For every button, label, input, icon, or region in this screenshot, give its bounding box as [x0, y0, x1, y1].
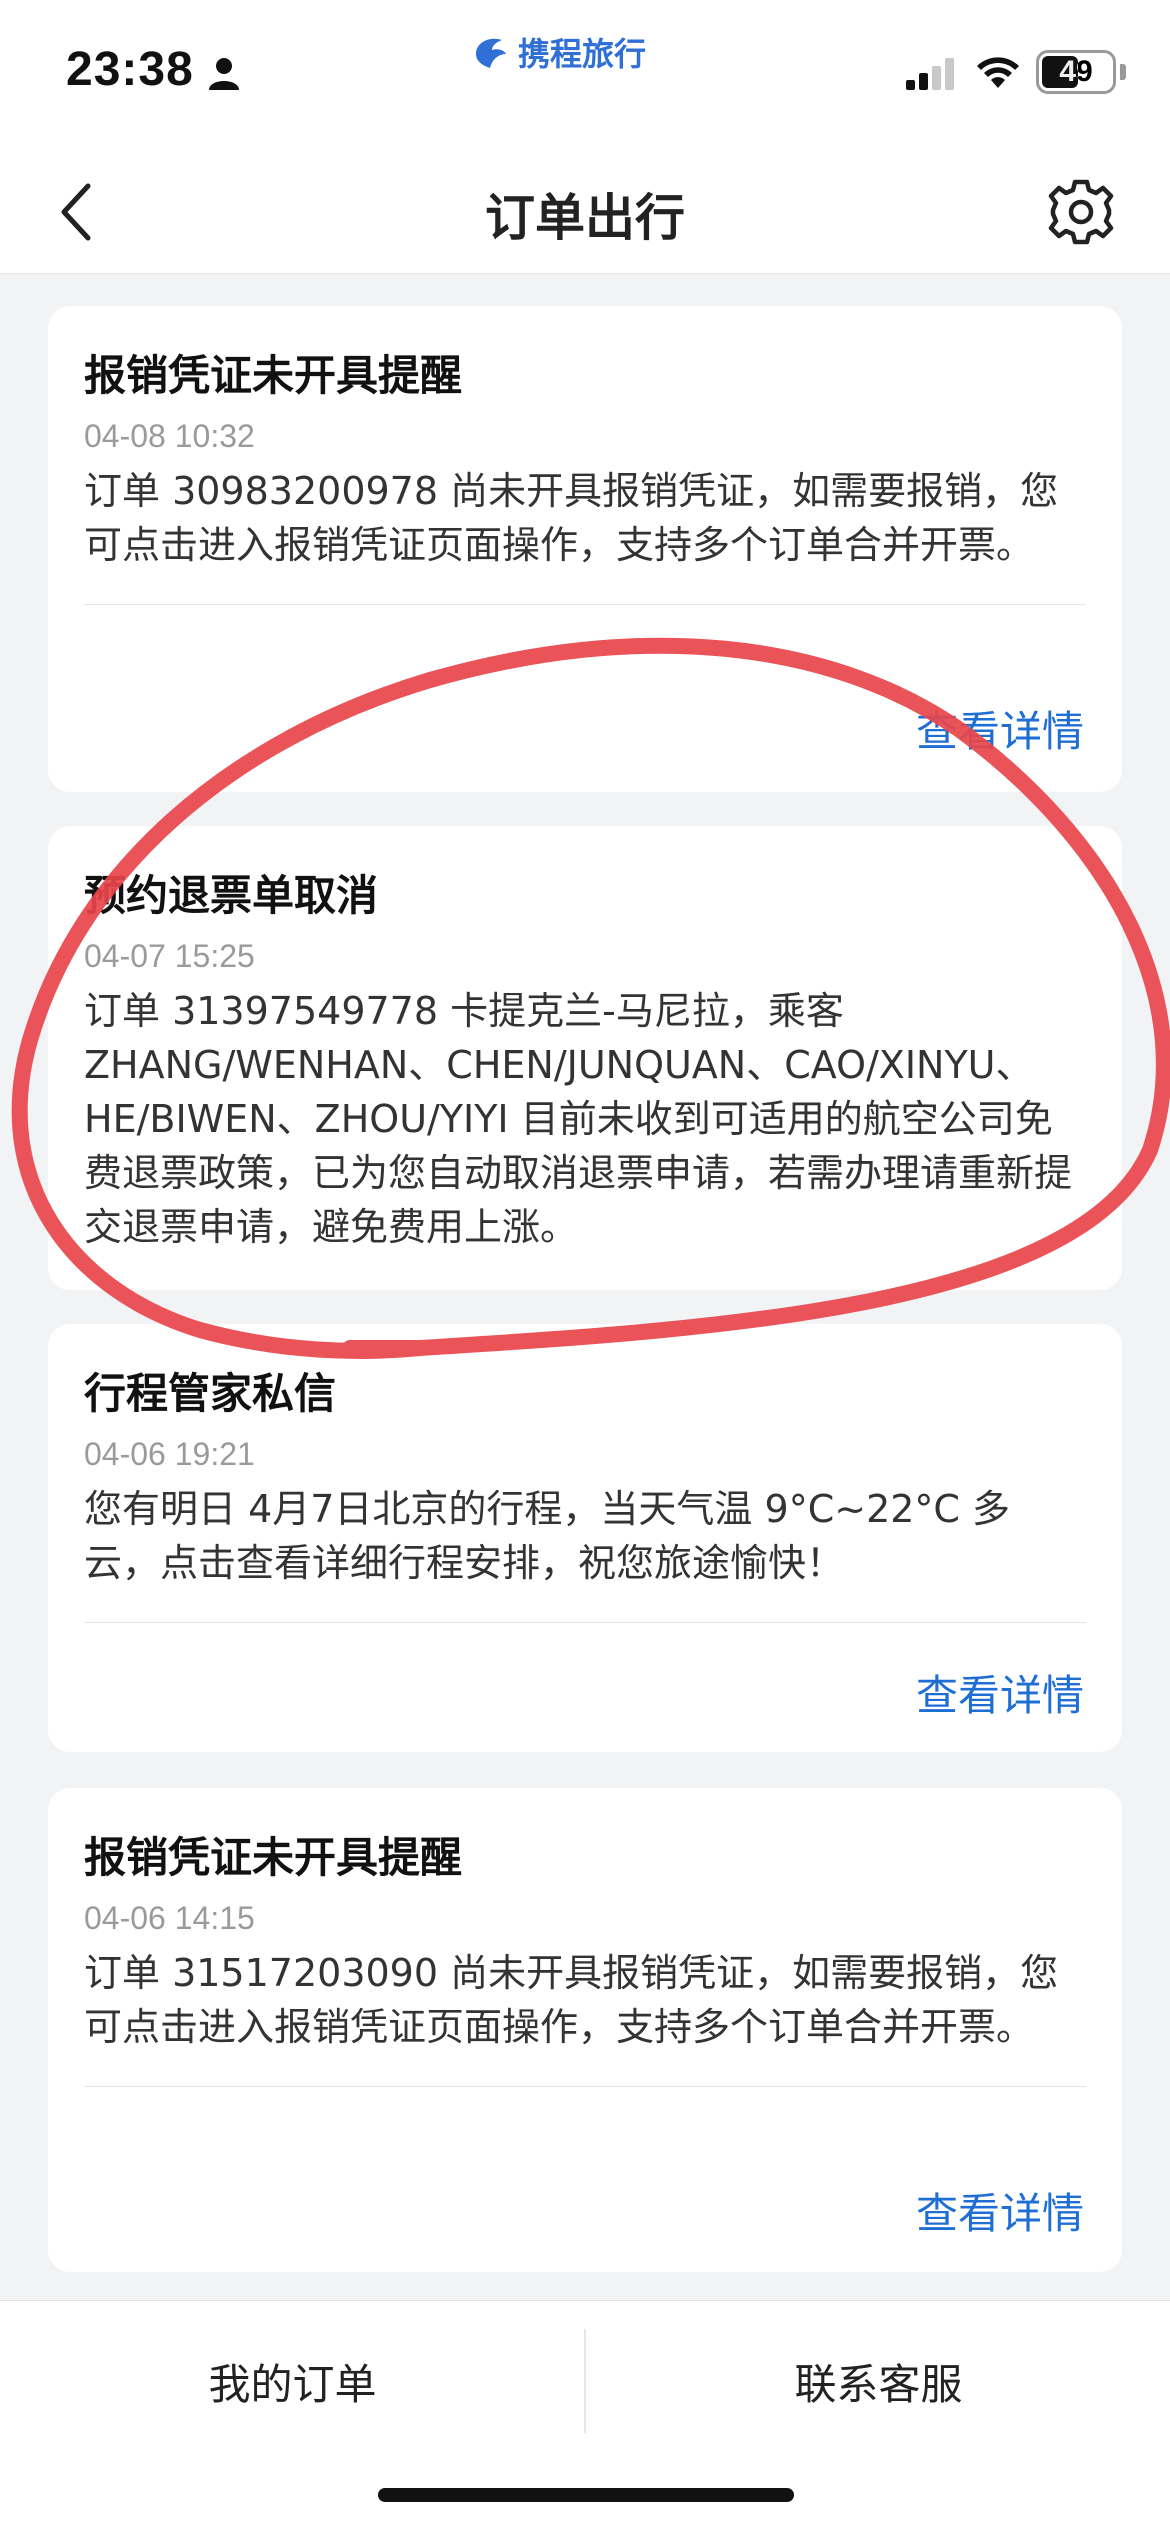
divider	[84, 1622, 1086, 1623]
message-time: 04-08 10:32	[84, 418, 255, 454]
customer-service-button[interactable]: 联系客服	[586, 2331, 1170, 2431]
view-details-link[interactable]: 查看详情	[916, 1662, 1084, 1723]
my-orders-button[interactable]: 我的订单	[0, 2331, 585, 2431]
person-icon	[209, 58, 239, 90]
message-card[interactable]: 行程管家私信 04-06 19:21 您有明日 4月7日北京的行程，当天气温 9…	[48, 1324, 1122, 1752]
message-body: 订单 30983200978 尚未开具报销凭证，如需要报销，您可点击进入报销凭证…	[84, 469, 1059, 567]
signal-icon	[906, 58, 954, 90]
message-title: 预约退票单取消	[84, 871, 379, 920]
message-card[interactable]: 报销凭证未开具提醒 04-08 10:32 订单 30983200978 尚未开…	[48, 306, 1122, 792]
message-time: 04-07 15:25	[84, 938, 255, 974]
message-body: 您有明日 4月7日北京的行程，当天气温 9°C~22°C 多云，点击查看详细行程…	[84, 1487, 1011, 1585]
divider	[84, 604, 1086, 605]
message-title: 报销凭证未开具提醒	[84, 1833, 463, 1882]
divider	[84, 2086, 1086, 2087]
message-title: 行程管家私信	[84, 1369, 337, 1418]
message-card[interactable]: 预约退票单取消 04-07 15:25 订单 31397549778 卡提克兰-…	[48, 826, 1122, 1290]
wifi-icon	[977, 57, 1019, 88]
message-card[interactable]: 报销凭证未开具提醒 04-06 14:15 订单 31517203090 尚未开…	[48, 1788, 1122, 2272]
nav-bar: 订单出行	[0, 150, 1170, 274]
gear-icon[interactable]	[1045, 176, 1117, 248]
message-time: 04-06 19:21	[84, 1436, 255, 1472]
battery-tip	[1120, 64, 1126, 80]
home-indicator[interactable]	[378, 2488, 794, 2502]
battery-level: 49	[1059, 55, 1093, 88]
status-bar: 23:38 携程旅行 49	[0, 0, 1170, 150]
message-time: 04-06 14:15	[84, 1900, 255, 1936]
brand-logo: 携程旅行	[470, 28, 646, 76]
brand-name: 携程旅行	[518, 35, 647, 73]
message-title: 报销凭证未开具提醒	[84, 351, 463, 400]
status-time: 23:38	[66, 43, 194, 96]
message-body: 订单 31397549778 卡提克兰-马尼拉，乘客 ZHANG/WENHAN、…	[84, 989, 1073, 1249]
view-details-link[interactable]: 查看详情	[916, 2180, 1084, 2241]
dolphin-logo-icon	[476, 38, 506, 68]
view-details-link[interactable]: 查看详情	[916, 698, 1084, 759]
page-title: 订单出行	[485, 189, 685, 247]
message-body: 订单 31517203090 尚未开具报销凭证，如需要报销，您可点击进入报销凭证…	[84, 1951, 1059, 2049]
battery-icon: 49	[1036, 50, 1116, 94]
